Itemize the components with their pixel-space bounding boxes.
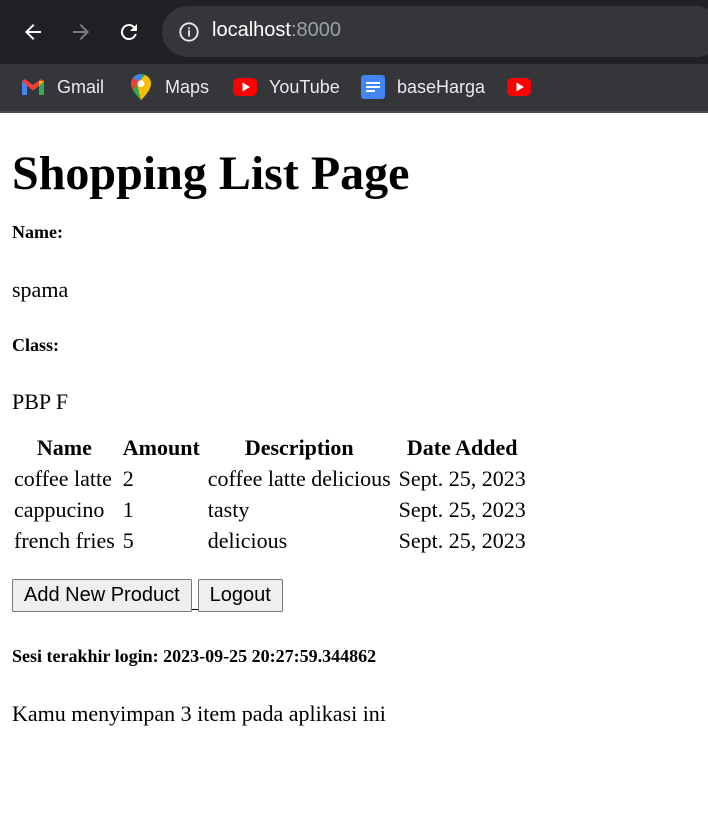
cell-amount: 2 — [122, 466, 134, 491]
cell-description: coffee latte delicious — [207, 466, 391, 491]
youtube-icon — [507, 75, 531, 99]
cell-date-added: Sept. 25, 2023 — [398, 466, 526, 491]
browser-toolbar: localhost:8000 — [0, 0, 708, 64]
cell-description: tasty — [207, 497, 250, 522]
last-login-text: Sesi terakhir login: 2023-09-25 20:27:59… — [12, 646, 377, 666]
info-icon[interactable] — [178, 21, 200, 43]
cell-amount: 1 — [122, 497, 134, 522]
reload-icon — [120, 24, 137, 41]
page-content: Shopping List Page Name: spama Class: PB… — [12, 113, 702, 726]
maps-icon — [129, 74, 153, 100]
name-label: Name: — [12, 222, 63, 242]
add-new-product-button[interactable]: Add New Product — [12, 579, 192, 612]
item-count-summary: Kamu menyimpan 3 item pada aplikasi ini — [12, 701, 386, 726]
bookmarks-bar: Gmail Maps YouTube baseHarga — [0, 64, 708, 111]
cell-name: french fries — [14, 528, 115, 553]
reload-button[interactable] — [113, 16, 145, 48]
address-bar[interactable]: localhost:8000 — [162, 6, 708, 57]
bookmark-baseharga[interactable]: baseHarga — [361, 72, 485, 102]
cell-name: coffee latte — [14, 466, 112, 491]
bookmark-youtube-2[interactable] — [507, 72, 543, 102]
page-title: Shopping List Page — [12, 147, 410, 200]
name-value: spama — [12, 277, 69, 302]
url-host: localhost — [212, 19, 291, 41]
docs-icon — [361, 75, 385, 99]
column-header-amount: Amount — [122, 435, 200, 460]
logout-button[interactable]: Logout — [197, 579, 283, 612]
youtube-icon — [233, 75, 257, 99]
url-port: :8000 — [290, 19, 341, 41]
bookmark-gmail[interactable]: Gmail — [21, 72, 104, 102]
table-row: coffee latte 2 coffee latte delicious Se… — [12, 464, 528, 493]
cell-date-added: Sept. 25, 2023 — [398, 528, 526, 553]
bookmark-label: YouTube — [269, 76, 340, 97]
product-table: Name Amount Description Date Added coffe… — [8, 431, 532, 557]
table-row: cappucino 1 tasty Sept. 25, 2023 — [12, 495, 528, 524]
column-header-name: Name — [36, 435, 92, 460]
column-header-description: Description — [244, 435, 354, 460]
link-underline — [191, 609, 198, 610]
table-row: french fries 5 delicious Sept. 25, 2023 — [12, 526, 528, 555]
cell-amount: 5 — [122, 528, 134, 553]
bookmark-label: Gmail — [57, 76, 105, 97]
back-button[interactable] — [17, 16, 49, 48]
cell-name: cappucino — [14, 497, 105, 522]
bookmark-label: baseHarga — [397, 76, 486, 97]
cell-description: delicious — [207, 528, 288, 553]
class-label: Class: — [12, 335, 60, 355]
column-header-date-added: Date Added — [406, 435, 518, 460]
back-arrow-icon — [25, 24, 41, 40]
gmail-icon — [21, 75, 45, 99]
action-buttons: Add New Product Logout — [12, 579, 702, 612]
url-text: localhost:8000 — [212, 19, 341, 42]
class-value: PBP F — [12, 389, 69, 414]
bookmark-maps[interactable]: Maps — [129, 72, 209, 102]
cell-date-added: Sept. 25, 2023 — [398, 497, 526, 522]
forward-arrow-icon — [73, 24, 89, 40]
table-header-row: Name Amount Description Date Added — [12, 433, 528, 462]
bookmark-youtube[interactable]: YouTube — [233, 72, 340, 102]
bookmark-label: Maps — [165, 76, 210, 97]
forward-button[interactable] — [65, 16, 97, 48]
